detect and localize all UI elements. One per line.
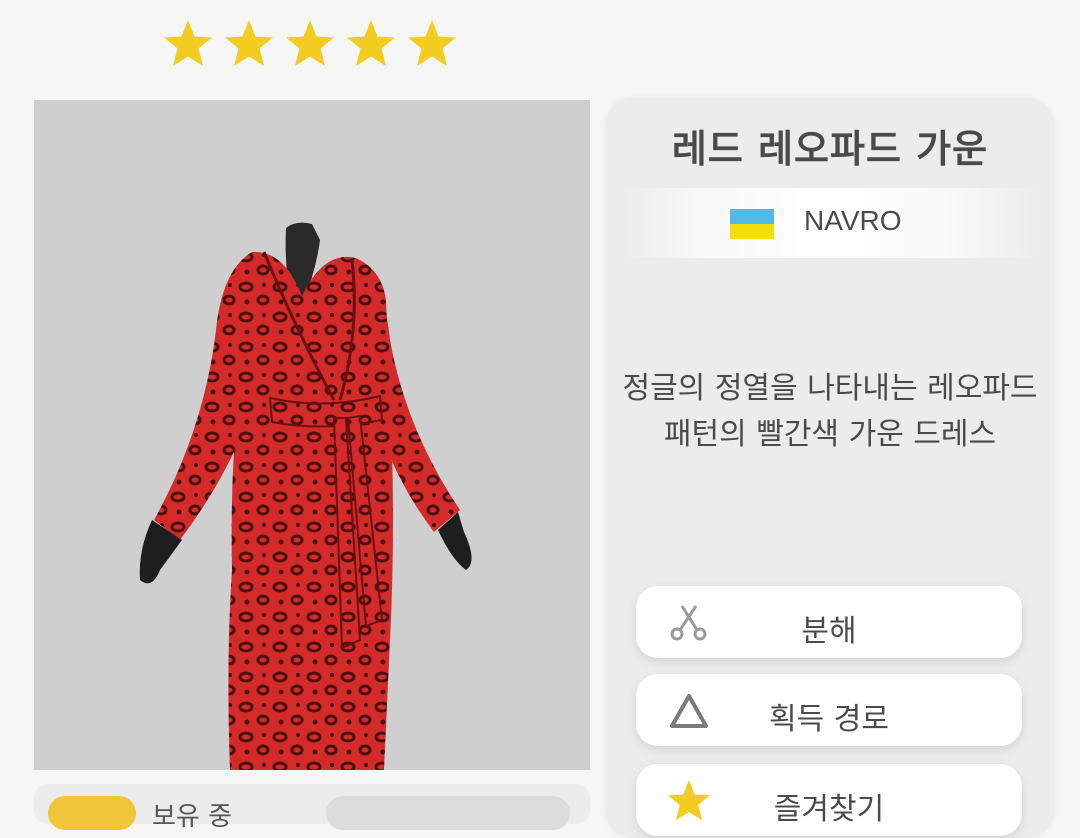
owned-label: 보유 중: [152, 802, 233, 832]
star-rating: [162, 18, 458, 70]
star-icon: [284, 18, 336, 70]
item-title: 레드 레오파드 가운: [671, 127, 989, 171]
star-icon: [162, 18, 214, 70]
star-icon: [345, 18, 397, 70]
disassemble-label: 분해: [801, 614, 857, 649]
acquire-route-label: 획득 경로: [769, 702, 889, 737]
star-icon: [406, 18, 458, 70]
ukraine-flag-icon: [730, 209, 774, 239]
item-description: 정글의 정열을 나타내는 레오파드 패턴의 빨간색 가운 드레스: [606, 366, 1054, 458]
owned-status-bar: 보유 중: [34, 784, 590, 832]
owned-count-badge: [48, 796, 136, 830]
favorite-label: 즐겨찾기: [773, 792, 885, 827]
item-preview-image: [34, 100, 590, 770]
star-icon: [223, 18, 275, 70]
description-line: 패턴의 빨간색 가운 드레스: [663, 417, 997, 452]
description-line: 정글의 정열을 나타내는 레오파드: [622, 371, 1038, 406]
favorite-button[interactable]: 즐겨찾기: [636, 764, 1022, 836]
brand-name: NAVRO: [804, 205, 902, 236]
disassemble-button[interactable]: 분해: [636, 586, 1022, 658]
owned-action-pill[interactable]: [326, 796, 570, 830]
acquire-route-button[interactable]: 획득 경로: [636, 674, 1022, 746]
